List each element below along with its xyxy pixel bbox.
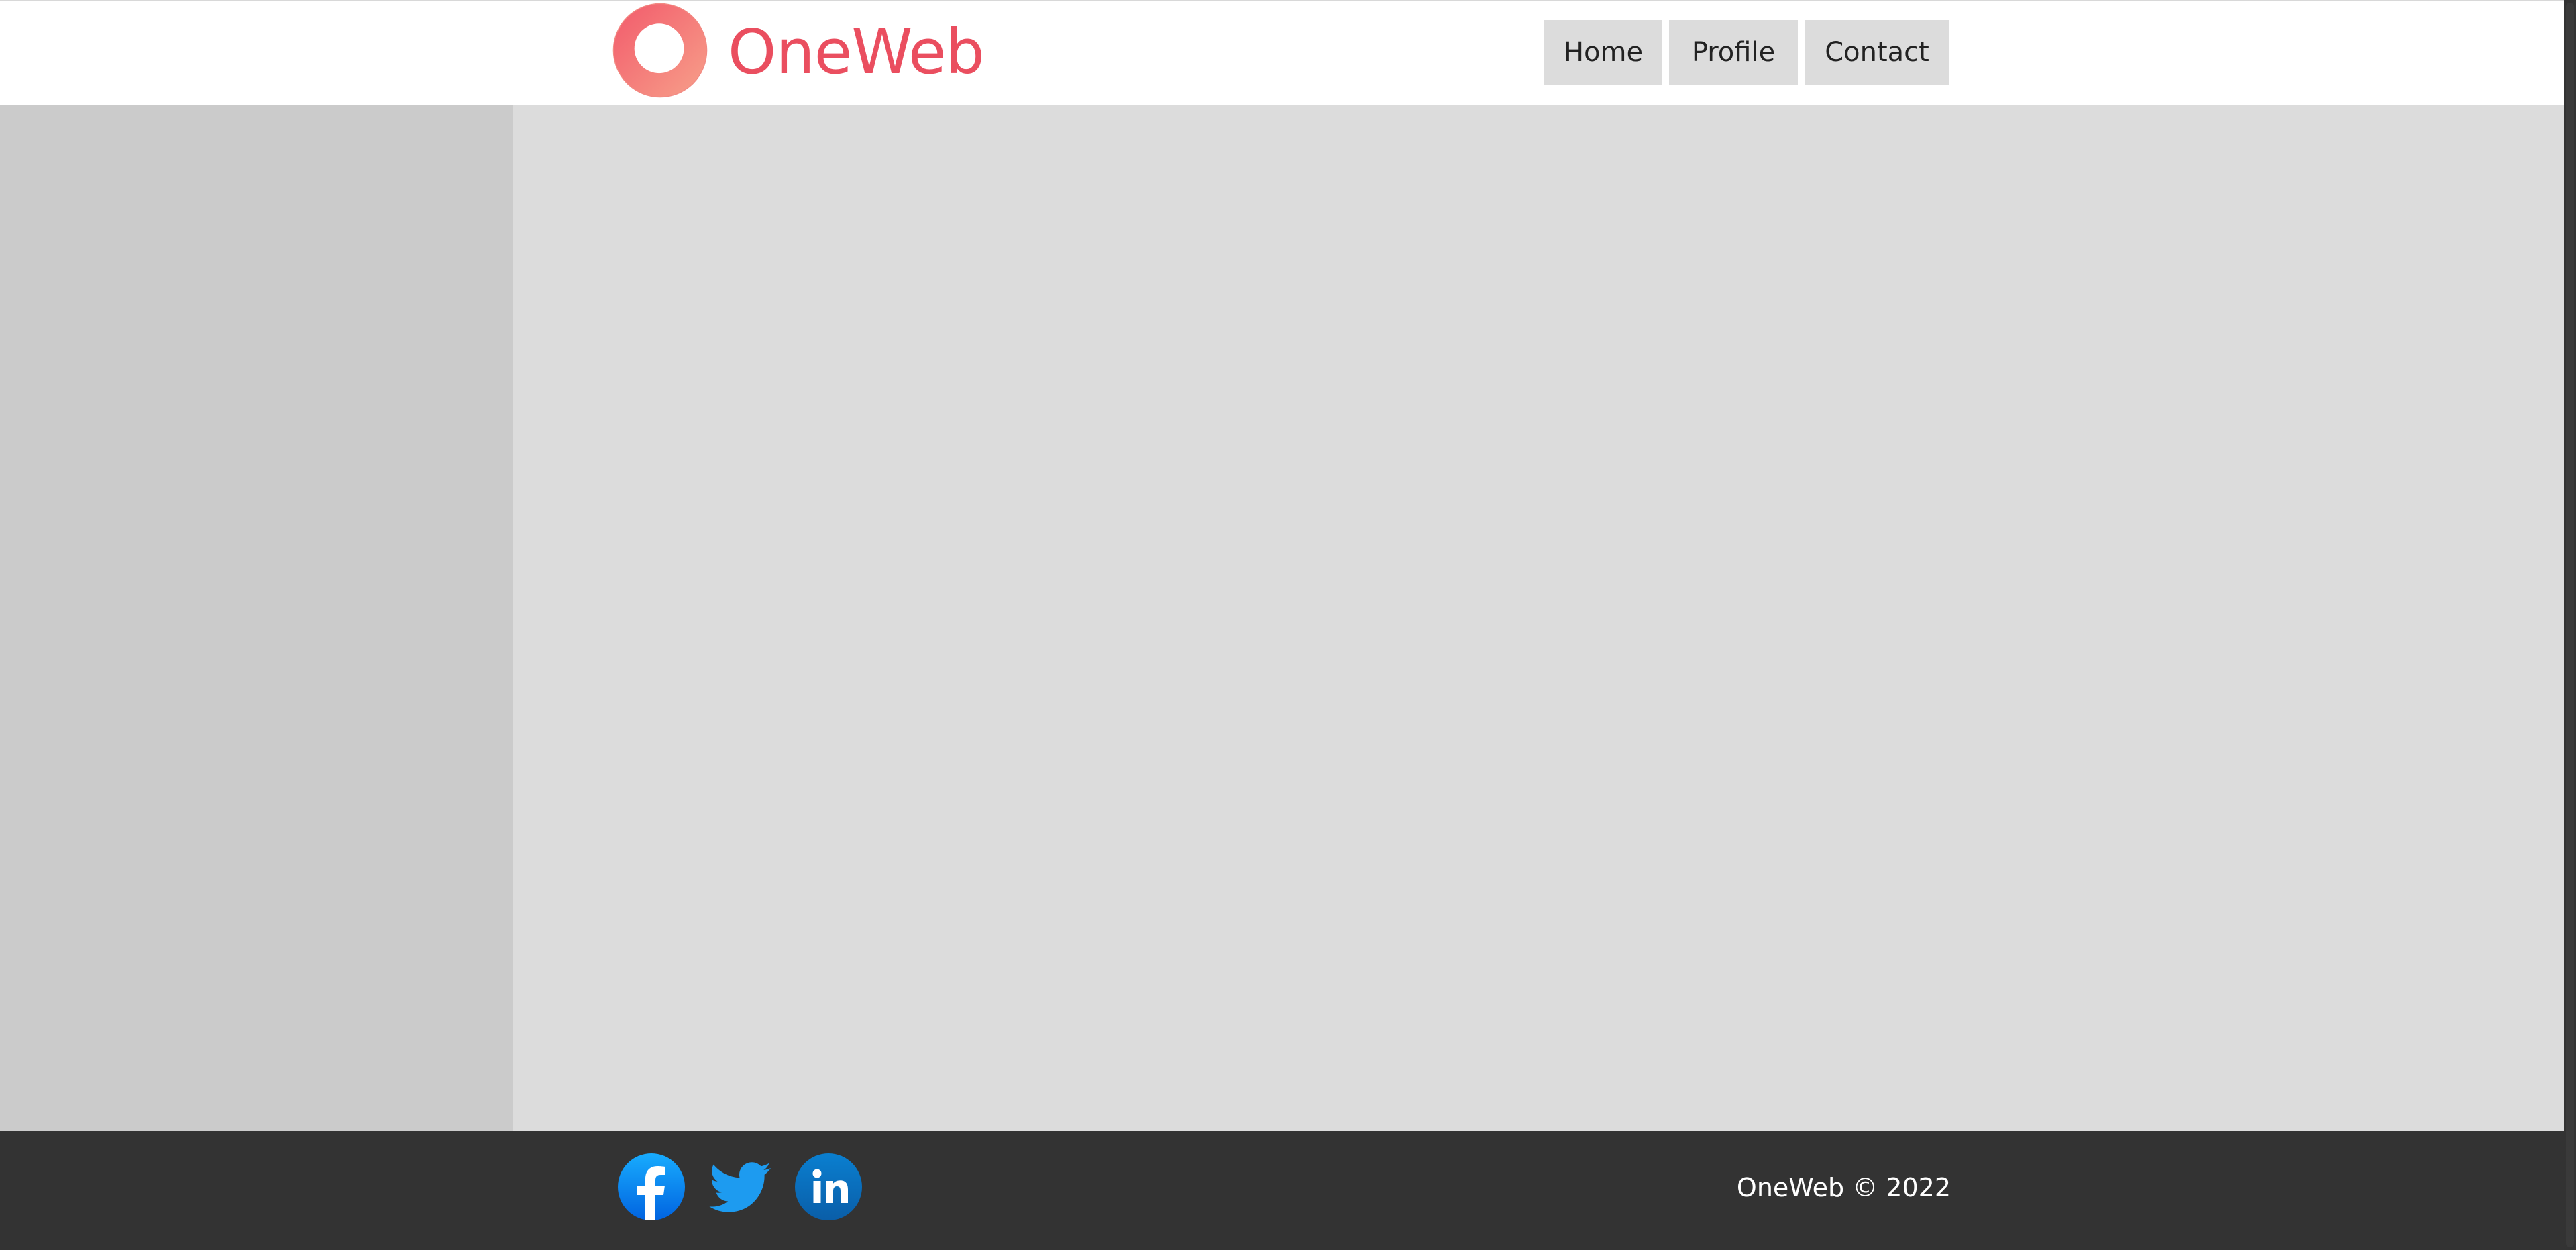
nav-profile-button[interactable]: Profile — [1669, 20, 1798, 85]
twitter-icon[interactable] — [706, 1153, 773, 1220]
brand-name: OneWeb — [728, 16, 985, 88]
main-nav: Home Profile Contact — [1544, 20, 1949, 85]
sidebar — [0, 105, 513, 1131]
linkedin-icon[interactable] — [795, 1153, 862, 1220]
facebook-icon[interactable] — [618, 1153, 685, 1220]
main-content — [513, 105, 2564, 1131]
social-links — [618, 1153, 862, 1220]
nav-contact-button[interactable]: Contact — [1805, 20, 1949, 85]
site-header: OneWeb Home Profile Contact — [0, 0, 2564, 105]
logo-link[interactable]: OneWeb — [612, 3, 985, 98]
vertical-scrollbar[interactable] — [2564, 0, 2576, 1250]
page: OneWeb Home Profile Contact OneWeb © 202… — [0, 0, 2576, 1250]
site-footer: OneWeb © 2022 — [0, 1131, 2564, 1250]
nav-home-button[interactable]: Home — [1544, 20, 1662, 85]
copyright-text: OneWeb © 2022 — [1736, 1173, 1951, 1202]
ring-logo-icon — [612, 3, 708, 98]
scrollbar-thumb[interactable] — [2566, 3, 2574, 1247]
